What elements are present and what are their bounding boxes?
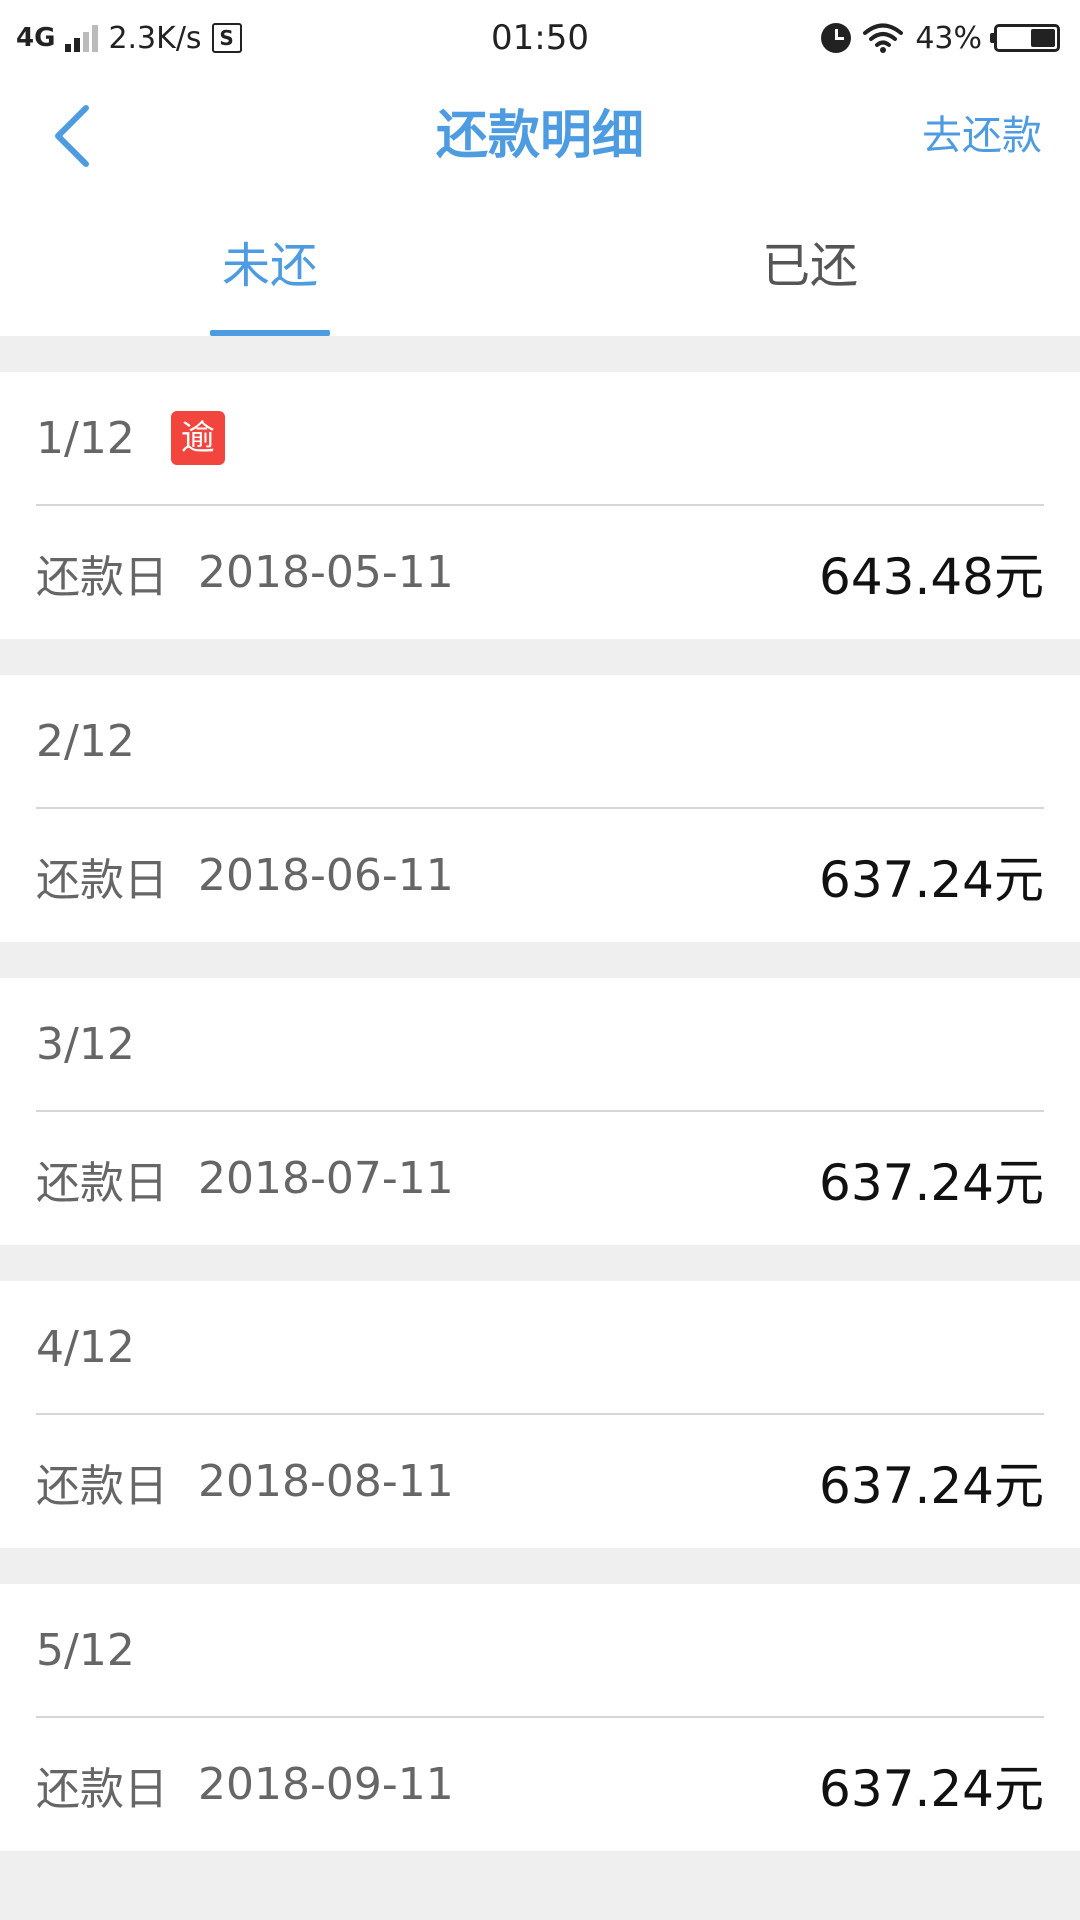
installment-body: 还款日 2018-06-11 637.24元 <box>36 809 1044 942</box>
due-date-label: 还款日 <box>36 854 168 906</box>
installment-card[interactable]: 5/12 还款日 2018-09-11 637.24元 <box>0 1584 1080 1851</box>
installment-card[interactable]: 4/12 还款日 2018-08-11 637.24元 <box>0 1281 1080 1548</box>
wifi-icon <box>863 23 904 53</box>
overdue-badge: 逾 <box>170 411 225 465</box>
page-title: 还款明细 <box>435 106 644 166</box>
installment-card[interactable]: 3/12 还款日 2018-07-11 637.24元 <box>0 978 1080 1245</box>
installment-body: 还款日 2018-09-11 637.24元 <box>36 1718 1044 1851</box>
nav-bar: 还款明细 去还款 <box>0 76 1080 196</box>
due-date: 2018-09-11 <box>198 1759 454 1810</box>
installment-body: 还款日 2018-07-11 637.24元 <box>36 1112 1044 1245</box>
installment-amount: 637.24元 <box>819 1153 1044 1212</box>
status-bar: 4G 2.3K/s S 01:50 43% <box>0 0 1080 76</box>
installment-card[interactable]: 2/12 还款日 2018-06-11 637.24元 <box>0 675 1080 942</box>
battery-percent: 43% <box>915 20 982 56</box>
status-right: 43% <box>821 14 1060 62</box>
due-date-label: 还款日 <box>36 1157 168 1209</box>
due-date-label: 还款日 <box>36 1763 168 1815</box>
due-date-label: 还款日 <box>36 551 168 603</box>
installment-amount: 637.24元 <box>819 850 1044 909</box>
installment-card[interactable]: 1/12 逾 还款日 2018-05-11 643.48元 <box>0 372 1080 639</box>
installment-period: 1/12 <box>36 412 135 464</box>
installment-header: 4/12 <box>36 1281 1044 1415</box>
alarm-icon <box>821 23 852 53</box>
installment-body: 还款日 2018-05-11 643.48元 <box>36 506 1044 639</box>
due-date: 2018-08-11 <box>198 1456 454 1507</box>
go-repay-button[interactable]: 去还款 <box>922 112 1042 160</box>
tab-paid[interactable]: 已还 <box>540 196 1080 336</box>
tab-unpaid-label: 未还 <box>221 238 318 294</box>
tab-unpaid[interactable]: 未还 <box>0 196 540 336</box>
installment-amount: 637.24元 <box>819 1456 1044 1515</box>
installment-header: 3/12 <box>36 978 1044 1112</box>
installment-period: 2/12 <box>36 715 135 767</box>
installment-header: 1/12 逾 <box>36 372 1044 506</box>
battery-icon <box>990 24 1060 52</box>
due-date-label: 还款日 <box>36 1460 168 1512</box>
due-date: 2018-07-11 <box>198 1153 454 1204</box>
installment-period: 4/12 <box>36 1321 135 1373</box>
installment-period: 3/12 <box>36 1018 135 1070</box>
due-date: 2018-06-11 <box>198 850 454 901</box>
installment-amount: 637.24元 <box>819 1759 1044 1818</box>
installment-list: 1/12 逾 还款日 2018-05-11 643.48元 2/12 还款日 2… <box>0 336 1080 1920</box>
installment-period: 5/12 <box>36 1624 135 1676</box>
installment-amount: 643.48元 <box>819 547 1044 606</box>
installment-body: 还款日 2018-08-11 637.24元 <box>36 1415 1044 1548</box>
tab-paid-label: 已还 <box>761 238 858 294</box>
installment-header: 5/12 <box>36 1584 1044 1718</box>
installment-header: 2/12 <box>36 675 1044 809</box>
tab-bar: 未还 已还 <box>0 196 1080 336</box>
due-date: 2018-05-11 <box>198 547 454 598</box>
